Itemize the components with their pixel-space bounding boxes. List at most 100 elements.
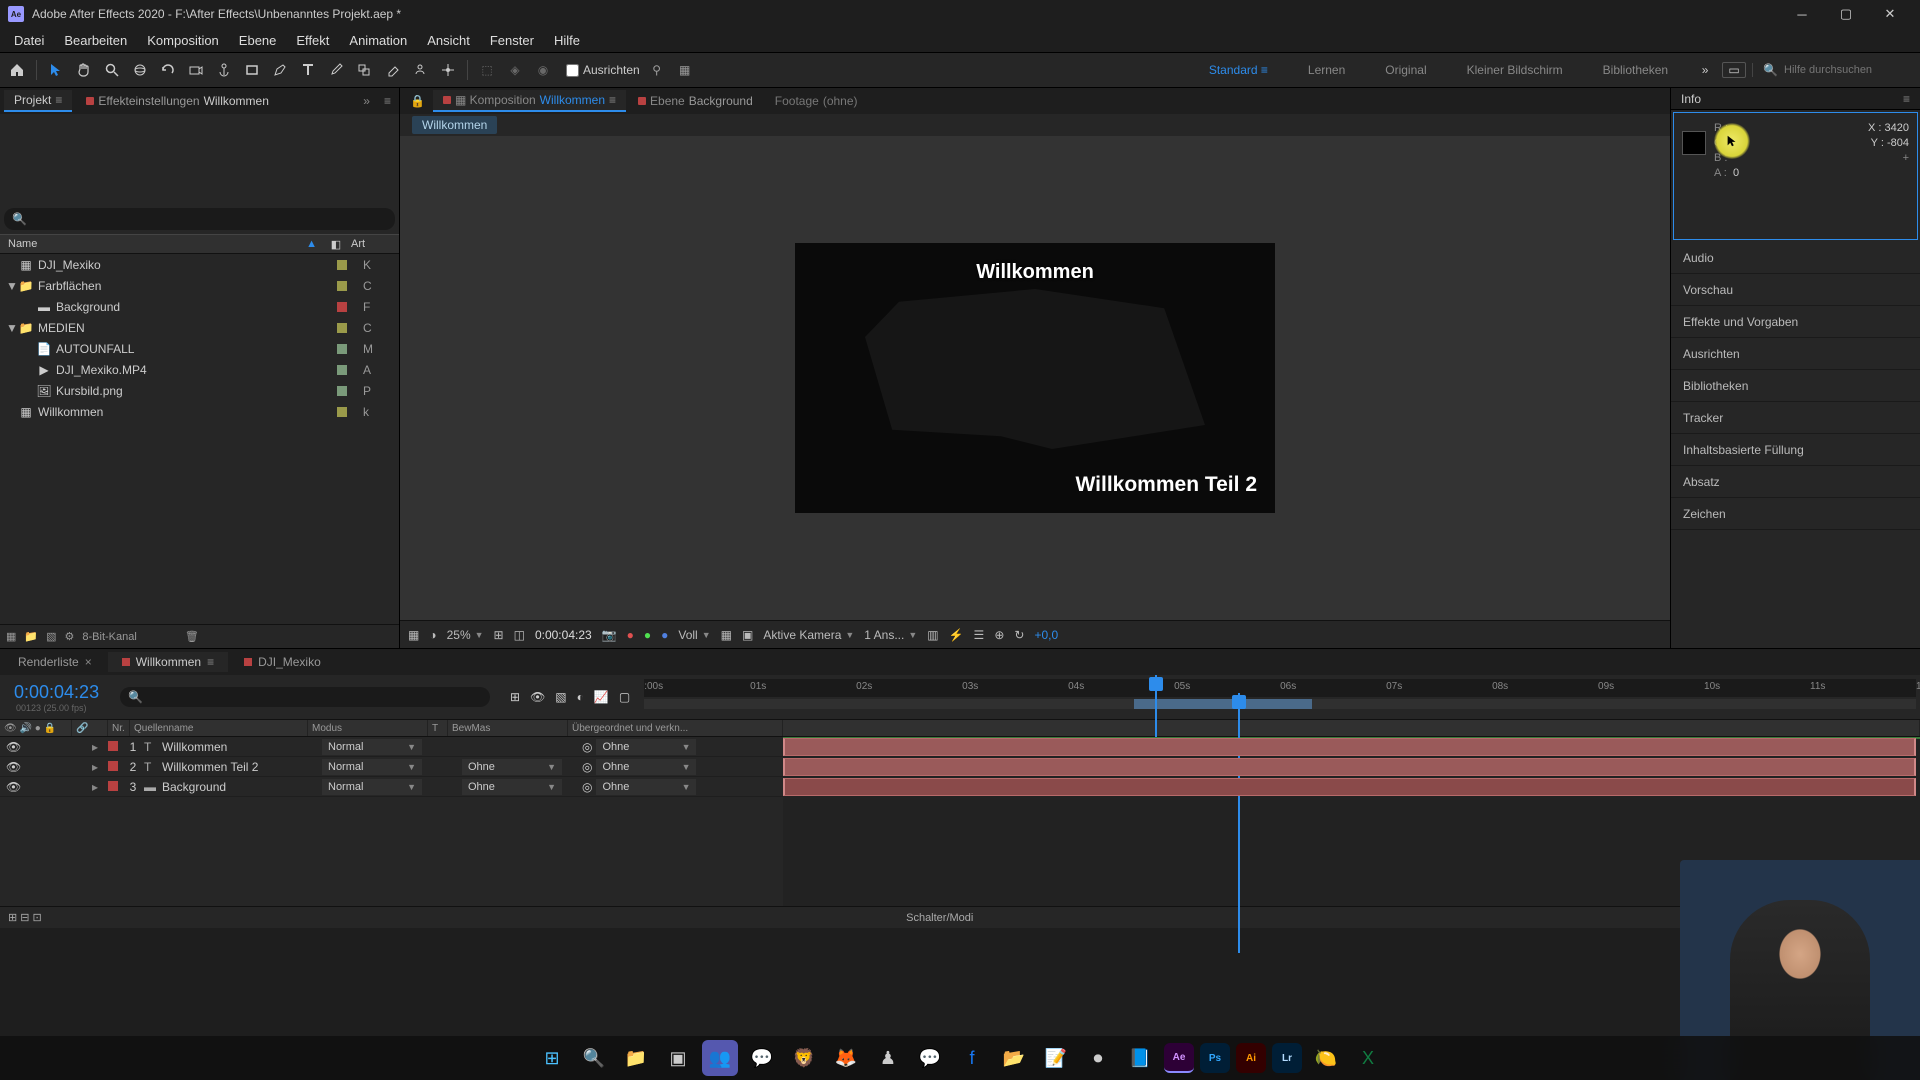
ruler-tick[interactable]: 11s (1810, 681, 1825, 692)
project-item[interactable]: ▼📁MEDIENC (0, 317, 399, 338)
blend-mode-dropdown[interactable]: Normal▼ (322, 739, 422, 755)
ruler-tick[interactable]: :00s (644, 681, 663, 692)
lr-taskbar-icon[interactable]: Lr (1272, 1043, 1302, 1073)
hand-tool-icon[interactable] (73, 59, 95, 81)
ui-toggle-icon[interactable]: ▭ (1722, 62, 1746, 78)
column-label-icon[interactable]: ◧ (321, 238, 351, 251)
current-time[interactable]: 0:00:04:23 (535, 628, 592, 642)
workspace-kleiner-bildschirm[interactable]: Kleiner Bildschirm (1459, 59, 1571, 81)
selection-tool-icon[interactable] (45, 59, 67, 81)
blend-mode-dropdown[interactable]: Normal▼ (322, 759, 422, 775)
panel-audio[interactable]: Audio (1671, 242, 1920, 274)
menu-ebene[interactable]: Ebene (229, 29, 287, 52)
exposure-value[interactable]: +0,0 (1034, 628, 1058, 642)
timeline-timecode[interactable]: 0:00:04:23 (0, 682, 120, 703)
panel-absatz[interactable]: Absatz (1671, 466, 1920, 498)
orbit-tool-icon[interactable] (129, 59, 151, 81)
interpret-icon[interactable]: ▦ (6, 630, 16, 643)
ruler-tick[interactable]: 07s (1386, 681, 1402, 692)
project-item[interactable]: 📄AUTOUNFALLM (0, 338, 399, 359)
guides-icon[interactable]: ▣ (742, 628, 753, 642)
workspace-original[interactable]: Original (1377, 59, 1434, 81)
playhead-line[interactable] (1238, 693, 1240, 953)
timeline-icon[interactable]: ☰ (974, 628, 985, 642)
close-button[interactable]: ✕ (1868, 0, 1912, 28)
comp-mini-flow-icon[interactable]: ⊞ (510, 690, 520, 704)
layer-row[interactable]: 👁▸3▬BackgroundNormal▼Ohne▼◎Ohne▼ (0, 777, 783, 797)
info-panel-tab[interactable]: Info≡ (1671, 88, 1920, 110)
trkmat-dropdown[interactable]: Ohne▼ (462, 779, 562, 795)
facebook-icon[interactable]: f (954, 1040, 990, 1076)
frame-blend-icon[interactable]: ▧ (555, 690, 566, 704)
explorer-icon[interactable]: 📁 (618, 1040, 654, 1076)
toggle-switches-icon[interactable]: ⊞ ⊟ ⊡ (8, 911, 42, 924)
zoom-dropdown[interactable]: 25% ▼ (447, 628, 484, 642)
panel-effekte-und-vorgaben[interactable]: Effekte und Vorgaben (1671, 306, 1920, 338)
project-item[interactable]: ▶DJI_Mexiko.MP4A (0, 359, 399, 380)
workspace-lernen[interactable]: Lernen (1300, 59, 1353, 81)
ruler-tick[interactable]: 05s (1174, 681, 1190, 692)
menu-animation[interactable]: Animation (339, 29, 417, 52)
camera-dropdown[interactable]: Aktive Kamera ▼ (763, 628, 854, 642)
col-modus[interactable]: Modus (308, 720, 428, 736)
col-bewmas[interactable]: BewMas (448, 720, 568, 736)
unknown-tool-icon[interactable]: ⬚ (476, 59, 498, 81)
parent-dropdown[interactable]: Ohne▼ (596, 779, 696, 795)
sort-icon[interactable]: ▲ (306, 238, 317, 250)
motion-blur-icon[interactable]: ◐ (577, 690, 584, 704)
visibility-icon[interactable]: 👁 (6, 760, 21, 774)
menu-fenster[interactable]: Fenster (480, 29, 544, 52)
clone-tool-icon[interactable] (353, 59, 375, 81)
home-icon[interactable] (6, 59, 28, 81)
quality-dropdown[interactable]: Voll ▼ (678, 628, 710, 642)
files-icon[interactable]: 📂 (996, 1040, 1032, 1076)
snap-grid-icon[interactable]: ▦ (674, 59, 696, 81)
reset-exposure-icon[interactable]: ↻ (1014, 628, 1024, 642)
parent-pickwhip-icon[interactable]: ◎ (582, 780, 592, 794)
snap-options-icon[interactable]: ⚲ (646, 59, 668, 81)
ae-taskbar-icon[interactable]: Ae (1164, 1043, 1194, 1073)
windows-taskbar[interactable]: ⊞ 🔍 📁 ▣ 👥 💬 🦁 🦊 ♟ 💬 f 📂 📝 ⏺ 📘 Ae Ps Ai L… (0, 1036, 1920, 1080)
pen-tool-icon[interactable] (269, 59, 291, 81)
footage-tab[interactable]: Footage (ohne) (765, 91, 868, 111)
effect-controls-tab[interactable]: Effekteinstellungen Willkommen (76, 91, 279, 111)
layer-track-bar[interactable] (783, 778, 1916, 796)
start-icon[interactable]: ⊞ (534, 1040, 570, 1076)
whatsapp-icon[interactable]: 💬 (744, 1040, 780, 1076)
brave-icon[interactable]: 🦁 (786, 1040, 822, 1076)
blend-mode-dropdown[interactable]: Normal▼ (322, 779, 422, 795)
menu-effekt[interactable]: Effekt (286, 29, 339, 52)
unknown-tool2-icon[interactable]: ◈ (504, 59, 526, 81)
excel-icon[interactable]: X (1350, 1040, 1386, 1076)
col-t[interactable]: T (428, 720, 448, 736)
puppet-tool-icon[interactable] (437, 59, 459, 81)
layer-row[interactable]: 👁▸1TWillkommenNormal▼◎Ohne▼ (0, 737, 783, 757)
zoom-tool-icon[interactable] (101, 59, 123, 81)
column-art[interactable]: Art (351, 238, 391, 250)
brush-tool-icon[interactable] (325, 59, 347, 81)
misc-icon[interactable]: 🍋 (1308, 1040, 1344, 1076)
menu-bearbeiten[interactable]: Bearbeiten (54, 29, 137, 52)
rectangle-tool-icon[interactable] (241, 59, 263, 81)
grid-icon[interactable]: ▦ (721, 628, 732, 642)
timeline-tab-renderliste[interactable]: Renderliste × (4, 652, 106, 672)
visibility-icon[interactable]: 👁 (6, 780, 21, 794)
project-item[interactable]: ▬BackgroundF (0, 296, 399, 317)
camera-tool-icon[interactable] (185, 59, 207, 81)
ruler-tick[interactable]: 12s (1916, 681, 1920, 692)
new-folder-icon[interactable]: 📁 (24, 630, 38, 643)
text-tool-icon[interactable] (297, 59, 319, 81)
col-quellenname[interactable]: Quellenname (130, 720, 308, 736)
pixel-aspect-icon[interactable]: ▥ (927, 628, 938, 642)
column-name[interactable]: Name (8, 238, 306, 250)
project-item[interactable]: ▦Willkommenk (0, 401, 399, 422)
workspace-bibliotheken[interactable]: Bibliotheken (1595, 59, 1676, 81)
rotate-tool-icon[interactable] (157, 59, 179, 81)
taskbar-search-icon[interactable]: 🔍 (576, 1040, 612, 1076)
ruler-tick[interactable]: 09s (1598, 681, 1614, 692)
shy-icon[interactable]: 👁 (530, 690, 545, 704)
ruler-tick[interactable]: 06s (1280, 681, 1296, 692)
layer-track-bar[interactable] (783, 738, 1916, 756)
firefox-icon[interactable]: 🦊 (828, 1040, 864, 1076)
minimize-button[interactable]: ─ (1780, 0, 1824, 28)
